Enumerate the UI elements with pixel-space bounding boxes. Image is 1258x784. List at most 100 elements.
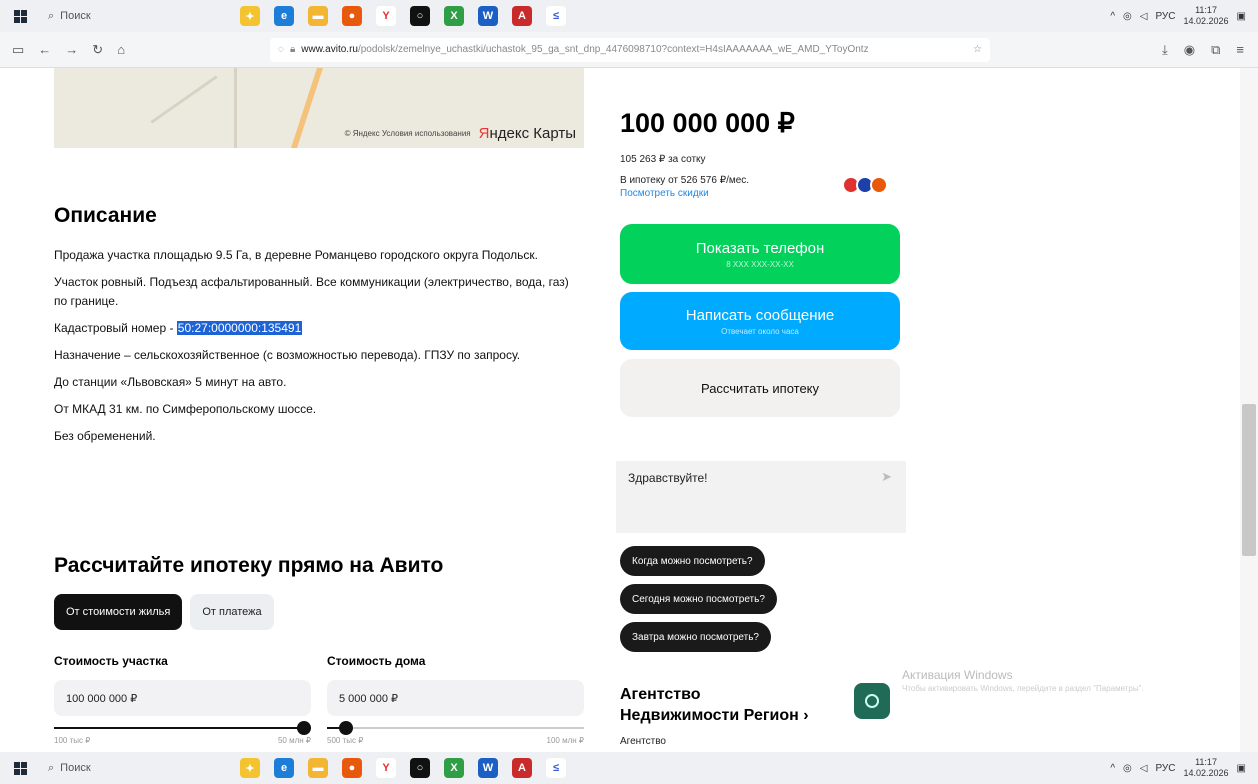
excel-icon[interactable]: X bbox=[444, 758, 464, 778]
download-icon[interactable]: ⤓ bbox=[1162, 42, 1168, 58]
desc-paragraph: Назначение – сельскохозяйственное (с воз… bbox=[54, 348, 521, 362]
description-title: Описание bbox=[54, 204, 157, 227]
edge-icon[interactable]: e bbox=[274, 6, 294, 26]
mortgage-text: В ипотеку от 526 576 ₽/мес. bbox=[620, 175, 750, 186]
taskbar-top: ⌕ Поиск ✦ e ▬ ● Y ○ X W A ≤ ^ ◎ ◁ РУС 11… bbox=[0, 0, 1258, 32]
word-icon[interactable]: W bbox=[478, 758, 498, 778]
calc-mortgage-button[interactable]: Рассчитать ипотеку bbox=[620, 359, 900, 417]
home-icon[interactable]: ⌂ bbox=[117, 42, 125, 58]
chat-input[interactable]: Здравствуйте! ➤ bbox=[616, 461, 906, 533]
quick-reply-chip[interactable]: Когда можно посмотреть? bbox=[620, 546, 765, 576]
cadastral-line: Кадастровый номер - 50:27:0000000:135491 bbox=[54, 321, 303, 335]
listing-price: 100 000 000 ₽ bbox=[620, 108, 795, 138]
agency-name[interactable]: Агентство Недвижимости Регион › bbox=[620, 684, 809, 726]
browser-toolbar: ▭ ← → ↻ ⌂ ◌ 🔒︎ www.avito.ru/podolsk/zeme… bbox=[0, 32, 1258, 68]
discounts-link[interactable]: Посмотреть скидки bbox=[620, 187, 749, 200]
lock-icon: 🔒︎ bbox=[289, 44, 296, 55]
chat-text: Здравствуйте! bbox=[628, 471, 708, 485]
start-button[interactable] bbox=[0, 9, 40, 23]
house-price-slider[interactable] bbox=[327, 718, 584, 738]
agency-avatar[interactable] bbox=[854, 683, 890, 719]
excel-icon[interactable]: X bbox=[444, 6, 464, 26]
plot-price-slider[interactable] bbox=[54, 718, 311, 738]
firefox-icon[interactable]: ● bbox=[342, 6, 362, 26]
notifications-icon[interactable]: ▣ bbox=[1237, 763, 1246, 774]
search-icon: ⌕ bbox=[48, 9, 55, 22]
network-icon[interactable]: ◎ bbox=[1123, 763, 1132, 774]
yandex-maps-logo: Яндекс Карты bbox=[478, 125, 576, 142]
location-map[interactable]: © Яндекс Условия использования Яндекс Ка… bbox=[54, 68, 584, 148]
plot-slider-handle[interactable] bbox=[297, 721, 311, 735]
lang-indicator[interactable]: РУС bbox=[1155, 763, 1175, 774]
taskbar-search[interactable]: ⌕ Поиск bbox=[40, 4, 210, 28]
forward-icon[interactable]: → bbox=[65, 42, 78, 58]
volume-icon[interactable]: ◁ bbox=[1140, 11, 1148, 22]
cadastral-number[interactable]: 50:27:0000000:135491 bbox=[176, 321, 303, 335]
word-icon[interactable]: W bbox=[478, 6, 498, 26]
app-ring-icon[interactable]: ○ bbox=[410, 6, 430, 26]
show-phone-button[interactable]: Показать телефон 8 XXX XXX-XX-XX bbox=[620, 224, 900, 284]
bank-logos bbox=[842, 176, 888, 194]
page-scrollbar[interactable] bbox=[1240, 68, 1258, 752]
tab-from-price[interactable]: От стоимости жилья bbox=[54, 594, 183, 630]
clock[interactable]: 11:17 14.02.2026 bbox=[1184, 5, 1229, 27]
copilot-icon[interactable]: ✦ bbox=[240, 758, 260, 778]
tray-chevron-icon[interactable]: ^ bbox=[1110, 11, 1115, 22]
taskbar-bottom: ⌕ Поиск ✦ e ▬ ● Y ○ X W A ≤ ^ ◎ ◁ РУС 11… bbox=[0, 752, 1258, 784]
pdf-icon[interactable]: A bbox=[512, 6, 532, 26]
yandex-icon[interactable]: Y bbox=[376, 6, 396, 26]
address-bar[interactable]: ◌ 🔒︎ www.avito.ru/podolsk/zemelnye_uchas… bbox=[270, 37, 990, 62]
lang-indicator[interactable]: РУС bbox=[1155, 11, 1175, 22]
response-time: Отвечает около часа bbox=[721, 326, 799, 336]
house-price-label: Стоимость дома bbox=[327, 654, 426, 668]
show-phone-label: Показать телефон bbox=[695, 239, 825, 257]
firefox-icon[interactable]: ● bbox=[342, 758, 362, 778]
mortgage-info: В ипотеку от 526 576 ₽/мес. Посмотреть с… bbox=[620, 174, 749, 200]
page-content: © Яндекс Условия использования Яндекс Ка… bbox=[0, 68, 1258, 752]
start-button[interactable] bbox=[0, 761, 40, 775]
pen-icon[interactable]: ≤ bbox=[546, 6, 566, 26]
clock[interactable]: 11:17 14.02.2026 bbox=[1184, 757, 1229, 779]
send-message-button[interactable]: Написать сообщение Отвечает около часа bbox=[620, 292, 900, 350]
extensions-icon[interactable]: ⧉ bbox=[1211, 42, 1220, 58]
taskbar-search-label: Поиск bbox=[60, 762, 91, 774]
folder-icon[interactable]: ▬ bbox=[308, 6, 328, 26]
taskbar-search-label: Поиск bbox=[60, 10, 91, 22]
url-text: www.avito.ru/podolsk/zemelnye_uchastki/u… bbox=[301, 44, 869, 55]
map-credit[interactable]: © Яндекс Условия использования bbox=[345, 129, 471, 138]
folder-icon[interactable]: ▬ bbox=[308, 758, 328, 778]
volume-icon[interactable]: ◁ bbox=[1140, 763, 1148, 774]
desc-paragraph: Участок ровный. Подъезд асфальтированный… bbox=[54, 275, 569, 308]
yandex-icon[interactable]: Y bbox=[376, 758, 396, 778]
quick-reply-chip[interactable]: Завтра можно посмотреть? bbox=[620, 622, 771, 652]
clock-time: 11:17 bbox=[1195, 5, 1217, 15]
account-icon[interactable]: ◉ bbox=[1184, 42, 1195, 58]
sidebar-toggle-icon[interactable]: ▭ bbox=[12, 42, 24, 58]
desc-paragraph: От МКАД 31 км. по Симферопольскому шоссе… bbox=[54, 402, 317, 416]
windows-activation-watermark: Активация Windows Чтобы активировать Win… bbox=[902, 668, 1144, 693]
house-price-input[interactable]: 5 000 000 ₽ bbox=[327, 680, 584, 716]
network-icon[interactable]: ◎ bbox=[1123, 11, 1132, 22]
reload-icon[interactable]: ↻ bbox=[92, 42, 103, 58]
edge-icon[interactable]: e bbox=[274, 758, 294, 778]
scrollbar-thumb[interactable] bbox=[1242, 404, 1256, 556]
notifications-icon[interactable]: ▣ bbox=[1237, 11, 1246, 22]
copilot-icon[interactable]: ✦ bbox=[240, 6, 260, 26]
taskbar-search[interactable]: ⌕ Поиск bbox=[40, 756, 210, 780]
app-ring-icon[interactable]: ○ bbox=[410, 758, 430, 778]
tray-chevron-icon[interactable]: ^ bbox=[1110, 763, 1115, 774]
pdf-icon[interactable]: A bbox=[512, 758, 532, 778]
house-slider-handle[interactable] bbox=[339, 721, 353, 735]
back-icon[interactable]: ← bbox=[38, 42, 51, 58]
clock-date: 14.02.2026 bbox=[1183, 768, 1229, 778]
phone-mask: 8 XXX XXX-XX-XX bbox=[726, 259, 794, 269]
mortgage-calc-title: Рассчитайте ипотеку прямо на Авито bbox=[54, 554, 444, 577]
plot-price-input[interactable]: 100 000 000 ₽ bbox=[54, 680, 311, 716]
tab-from-payment[interactable]: От платежа bbox=[190, 594, 274, 630]
menu-icon[interactable]: ≡ bbox=[1236, 42, 1244, 58]
search-icon: ⌕ bbox=[48, 761, 55, 774]
star-icon[interactable]: ☆ bbox=[973, 44, 982, 55]
pen-icon[interactable]: ≤ bbox=[546, 758, 566, 778]
send-icon[interactable]: ➤ bbox=[881, 469, 892, 485]
quick-reply-chip[interactable]: Сегодня можно посмотреть? bbox=[620, 584, 777, 614]
